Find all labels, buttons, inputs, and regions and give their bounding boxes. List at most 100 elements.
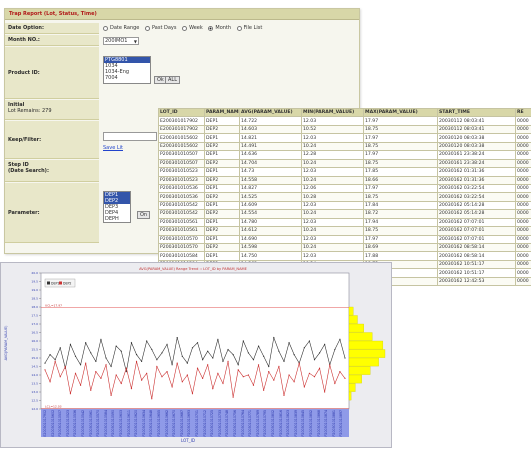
table-row[interactable]: P200301010523DEP114.7312.0317.8520030162… (159, 168, 531, 176)
series-point-dep2 (126, 368, 127, 369)
table-row[interactable]: P200301010561DEP114.78012.0317.942003016… (159, 218, 531, 226)
series-point-dep2 (344, 378, 345, 379)
table-cell: 10.24 (302, 159, 364, 167)
histogram-bar (349, 333, 372, 341)
series-point-dep2 (227, 361, 228, 362)
y-tick-label: 20.0 (31, 271, 38, 275)
month-select[interactable]: 200IMO1 ▼ (103, 37, 139, 45)
table-cell: 0000 (516, 269, 531, 277)
series-point-dep2 (151, 398, 152, 399)
product-all-button[interactable]: ALL (165, 76, 180, 84)
x-axis-ticks: E200301017902E200301015602P200301010507P… (41, 409, 349, 437)
table-cell: 12.03 (302, 235, 364, 243)
product-listbox[interactable]: PTG8801 1034 1034-Eng 7004 (103, 56, 151, 84)
table-row[interactable]: P200301010536DEP114.82712.0617.972003016… (159, 184, 531, 192)
radio-file-list[interactable]: File List (237, 25, 263, 31)
table-header-cell[interactable]: MIN(PARAM_VALUE) (302, 109, 364, 117)
radio-icon (237, 26, 242, 31)
series-point-dep2 (294, 381, 295, 382)
keep-filter-label: Keep/Filter: (5, 121, 99, 159)
table-cell: 20030162 08:58:14 (438, 244, 516, 252)
series-point-dep1 (207, 351, 208, 352)
table-cell: 20030162 05:14:28 (438, 210, 516, 218)
series-point-dep2 (278, 366, 279, 367)
radio-date-range[interactable]: Date Range (103, 25, 139, 31)
table-row[interactable]: P200301010570DEP214.59810.2418.692003016… (159, 244, 531, 252)
table-row[interactable]: P200301010507DEP214.70410.2418.752003016… (159, 159, 531, 167)
parameter-option[interactable]: DEPH (104, 216, 130, 222)
series-point-dep2 (161, 376, 162, 377)
table-row[interactable]: E200301017902DEP114.72212.0317.972003011… (159, 117, 531, 125)
table-cell: P200301010542 (159, 210, 205, 218)
table-cell: 12.28 (302, 151, 364, 159)
radio-month[interactable]: Month (208, 25, 231, 31)
table-cell: 14.636 (240, 151, 302, 159)
parameter-on-button[interactable]: On (137, 211, 150, 219)
table-row[interactable]: P200301010536DEP214.52510.2818.752003016… (159, 193, 531, 201)
table-header-cell[interactable]: START_TIME (438, 109, 516, 117)
series-point-dep2 (116, 374, 117, 375)
radio-week[interactable]: Week (182, 25, 203, 31)
x-axis-label: LOT_ID (181, 438, 195, 443)
table-cell: 14.554 (240, 210, 302, 218)
table-row[interactable]: P200301010542DEP214.55410.2418.722003016… (159, 210, 531, 218)
series-point-dep1 (100, 339, 101, 340)
table-cell: 14.612 (240, 227, 302, 235)
table-row[interactable]: P200301010584DEP114.75012.0317.882003016… (159, 252, 531, 260)
chevron-down-icon: ▼ (134, 39, 137, 44)
x-tick-label: P200301010874 (324, 410, 328, 437)
table-header-cell[interactable]: LOT_ID (159, 109, 205, 117)
series-point-dep2 (238, 369, 239, 370)
parameter-listbox[interactable]: DEP1 DEP2 DEP3 DEP4 DEPH (103, 191, 131, 223)
table-header-cell[interactable]: PARAM_NAME (205, 109, 240, 117)
table-cell: 17.97 (364, 117, 438, 125)
table-cell: 10.52 (302, 125, 364, 133)
series-point-dep1 (136, 354, 137, 355)
table-row[interactable]: E200301015602DEP214.49110.2418.752003012… (159, 142, 531, 150)
table-header-cell[interactable]: AVG(PARAM_VALUE) (240, 109, 302, 117)
table-cell: 10.24 (302, 142, 364, 150)
table-row[interactable]: E200301015602DEP114.82112.0317.972003012… (159, 134, 531, 142)
table-row[interactable]: P200301010561DEP214.61210.2418.752003016… (159, 227, 531, 235)
y-tick-label: 19.5 (31, 280, 38, 284)
table-row[interactable]: E200301017902DEP214.60310.5218.752003011… (159, 125, 531, 133)
table-row[interactable]: P200301010523DEP214.55810.2418.662003016… (159, 176, 531, 184)
y-tick-label: 14.0 (31, 373, 38, 377)
series-point-dep2 (131, 388, 132, 389)
series-point-dep1 (187, 363, 188, 364)
table-row[interactable]: P200301010507DEP114.63612.2817.972003016… (159, 151, 531, 159)
histogram (349, 307, 385, 400)
data-table: LOT_IDPARAM_NAMEAVG(PARAM_VALUE)MIN(PARA… (158, 108, 531, 286)
x-tick-label: P200301010655 (157, 410, 161, 437)
series-point-dep1 (131, 342, 132, 343)
table-row[interactable]: P200301010570DEP114.69012.0317.972003016… (159, 235, 531, 243)
month-row: Month NO.: 200IMO1 ▼ (5, 35, 359, 46)
histogram-bar (349, 367, 370, 375)
series-point-dep1 (263, 356, 264, 357)
x-tick-label: P200301010756 (233, 410, 237, 437)
product-option[interactable]: 7004 (104, 75, 150, 81)
series-point-dep2 (248, 374, 249, 375)
radio-past-days[interactable]: Past Days (145, 25, 177, 31)
table-cell: 14.780 (240, 218, 302, 226)
table-header-cell[interactable]: MAX(PARAM_VALUE) (364, 109, 438, 117)
x-tick-label: P200301010611 (127, 410, 131, 437)
table-cell: 20030162 03:22:54 (438, 193, 516, 201)
table-cell: P200301010523 (159, 176, 205, 184)
table-cell: 18.75 (364, 159, 438, 167)
series-point-dep1 (95, 361, 96, 362)
save-list-link[interactable]: Save Lit (103, 145, 123, 151)
keep-filter-input[interactable] (103, 132, 157, 141)
y-tick-label: 16.5 (31, 331, 38, 335)
table-row[interactable]: P200301010542DEP114.60912.0317.842003016… (159, 201, 531, 209)
table-header-cell[interactable]: RE (516, 109, 531, 117)
x-tick-label: P200301010823 (286, 410, 290, 437)
table-cell: 20030120 08:03:38 (438, 134, 516, 142)
series-point-dep1 (227, 349, 228, 350)
table-cell: 17.94 (364, 218, 438, 226)
table-cell: P200301010507 (159, 159, 205, 167)
chart-legend: DEP1 DEP2 (45, 279, 75, 287)
series-point-dep2 (288, 374, 289, 375)
x-tick-label: P200301010561 (89, 410, 93, 437)
series-point-dep2 (217, 373, 218, 374)
